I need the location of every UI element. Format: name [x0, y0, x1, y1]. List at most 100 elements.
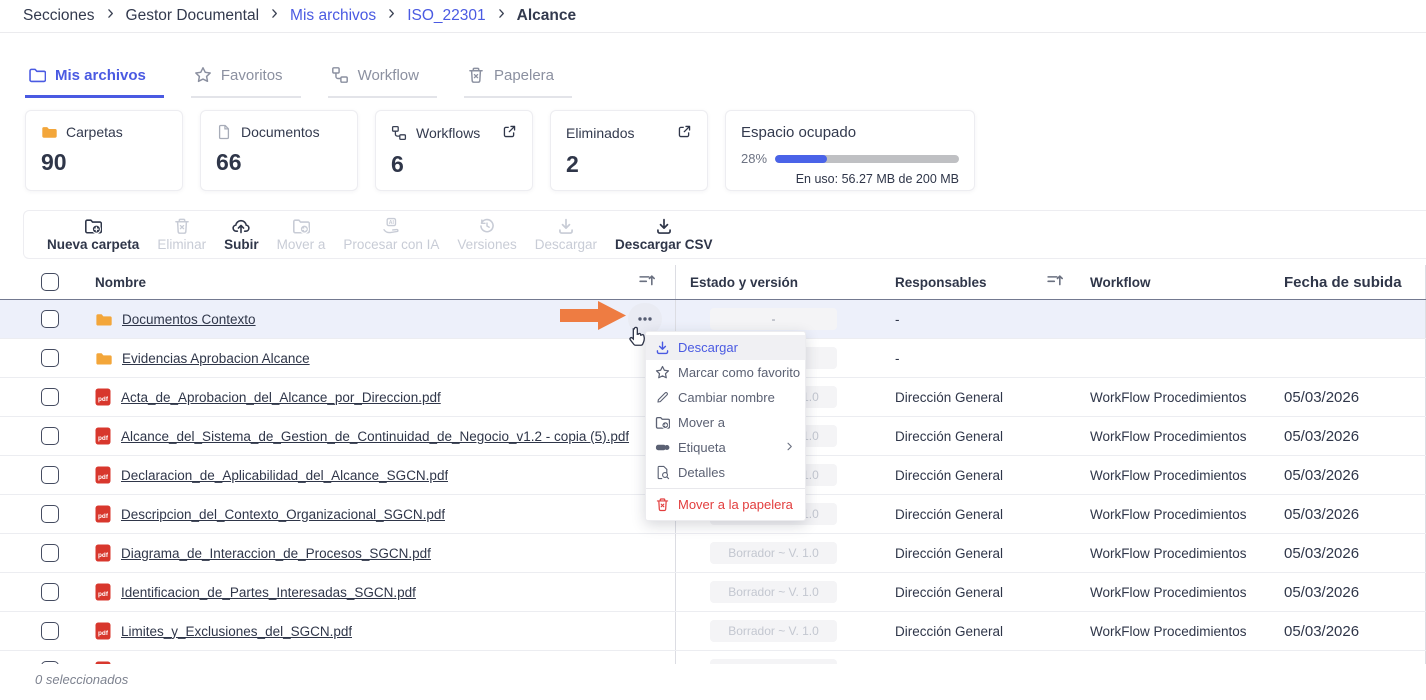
toolbar-button-mover-a: Mover a: [277, 217, 326, 252]
tab-workflow[interactable]: Workflow: [328, 64, 437, 98]
workflow-cell: WorkFlow Procedimientos: [1075, 624, 1280, 639]
row-checkbox[interactable]: [41, 544, 59, 562]
folder-fill-icon: [95, 350, 112, 367]
storage-progress-fill: [775, 155, 827, 163]
row-checkbox[interactable]: [41, 466, 59, 484]
pdf-file-icon: pdf: [95, 544, 111, 562]
select-all-checkbox[interactable]: [41, 273, 59, 291]
menu-item-detalles[interactable]: Detalles: [646, 460, 805, 485]
external-link-icon[interactable]: [502, 124, 517, 142]
stat-card-label: Carpetas: [66, 124, 123, 140]
menu-item-etiqueta[interactable]: Etiqueta: [646, 435, 805, 460]
pdf-file-icon: pdf: [95, 388, 111, 406]
submenu-chevron-icon: [783, 440, 796, 456]
storage-card: Espacio ocupado 28% En uso: 56.27 MB de …: [725, 110, 975, 191]
date-cell: 05/03/2026: [1280, 651, 1426, 664]
responsible-cell: Dirección General: [895, 585, 1075, 600]
pencil-icon: [655, 390, 670, 405]
breadcrumb-item-iso-22301[interactable]: ISO_22301: [407, 7, 485, 25]
breadcrumb-item-gestor-documental[interactable]: Gestor Documental: [126, 7, 260, 25]
download-icon: [655, 340, 670, 355]
toolbar-button-label: Procesar con IA: [343, 237, 439, 252]
table-row: pdf Identificacion_de_Partes_Interesadas_…: [0, 573, 1426, 612]
menu-item-cambiar-nombre[interactable]: Cambiar nombre: [646, 385, 805, 410]
toolbar-button-label: Eliminar: [157, 237, 206, 252]
menu-item-mover-a-la-papelera[interactable]: Mover a la papelera: [646, 492, 805, 517]
menu-item-descargar[interactable]: Descargar: [646, 335, 805, 360]
responsible-cell: -: [895, 351, 1075, 366]
breadcrumb-separator-icon: [268, 7, 281, 25]
folder-plus-icon: [84, 217, 102, 235]
toolbar-button-label: Subir: [224, 237, 259, 252]
file-name-link[interactable]: Diagrama_de_Interaccion_de_Procesos_SGCN…: [121, 546, 431, 561]
details-icon: [655, 465, 670, 480]
column-header-responsables: Responsables: [895, 275, 987, 290]
menu-item-label: Detalles: [678, 465, 725, 480]
svg-text:AI: AI: [389, 220, 395, 226]
row-checkbox[interactable]: [41, 388, 59, 406]
stat-card-value: 2: [566, 151, 692, 178]
row-checkbox[interactable]: [41, 622, 59, 640]
file-name-link[interactable]: Descripcion_del_Contexto_Organizacional_…: [121, 507, 445, 522]
table-row: pdf Diagrama_de_Interaccion_de_Procesos_S…: [0, 534, 1426, 573]
row-checkbox[interactable]: [41, 349, 59, 367]
pdf-file-icon: pdf: [95, 622, 111, 640]
tab-favoritos[interactable]: Favoritos: [191, 64, 301, 98]
responsible-cell: Dirección General: [895, 507, 1075, 522]
row-checkbox[interactable]: [41, 310, 59, 328]
svg-text:pdf: pdf: [98, 435, 109, 442]
tab-mis-archivos[interactable]: Mis archivos: [25, 64, 164, 98]
storage-percent: 28%: [741, 151, 767, 166]
file-name-link[interactable]: Evidencias Aprobacion Alcance: [122, 351, 310, 366]
stat-cards-group: Carpetas90Documentos66Workflows6Eliminad…: [25, 110, 708, 191]
file-name-link[interactable]: Acta_de_Aprobacion_del_Alcance_por_Direc…: [121, 390, 441, 405]
file-name-link[interactable]: Identificacion_de_Partes_Interesadas_SGC…: [121, 585, 416, 600]
toolbar-button-nueva-carpeta[interactable]: Nueva carpeta: [47, 217, 139, 252]
table-row: pdfLimites_y_Exclusiones_del_SGCN.pdfBor…: [0, 612, 1426, 651]
column-header-workflow: Workflow: [1090, 275, 1151, 290]
row-checkbox[interactable]: [41, 505, 59, 523]
sort-icon[interactable]: [638, 272, 655, 292]
sort-icon[interactable]: [1046, 272, 1063, 292]
ai-hand-icon: AI: [382, 217, 400, 235]
tab-papelera[interactable]: Papelera: [464, 64, 572, 98]
file-name-link[interactable]: Alcance_del_Sistema_de_Gestion_de_Contin…: [121, 429, 629, 444]
stat-cards: Carpetas90Documentos66Workflows6Eliminad…: [25, 110, 975, 191]
row-checkbox[interactable]: [41, 583, 59, 601]
pdf-file-icon: pdf: [95, 583, 111, 601]
menu-item-marcar-como-favorito[interactable]: Marcar como favorito: [646, 360, 805, 385]
responsible-cell: -: [895, 312, 1075, 327]
toolbar-button-descargar-csv[interactable]: Descargar CSV: [615, 217, 713, 252]
file-name-link[interactable]: Documentos Contexto: [122, 312, 256, 327]
date-cell: 05/03/2026: [1280, 612, 1426, 650]
external-link-icon[interactable]: [677, 124, 692, 142]
workflow-cell: WorkFlow Procedimientos: [1075, 663, 1280, 665]
stat-card-workflows: Workflows6: [375, 110, 533, 191]
workflow-icon: [391, 125, 407, 141]
svg-text:pdf: pdf: [98, 552, 109, 559]
menu-item-label: Mover a la papelera: [678, 497, 793, 512]
tab-label: Workflow: [358, 67, 419, 84]
date-cell: 05/03/2026: [1280, 573, 1426, 611]
breadcrumb-item-secciones[interactable]: Secciones: [23, 7, 95, 25]
row-checkbox[interactable]: [41, 427, 59, 445]
row-checkbox[interactable]: [41, 661, 59, 664]
stat-card-label: Eliminados: [566, 125, 634, 141]
file-name-link[interactable]: Limites_y_Exclusiones_del_SGCN.pdf: [121, 624, 352, 639]
toolbar-button-procesar-con-ia: AI Procesar con IA: [343, 217, 439, 252]
column-header-estado: Estado y versión: [690, 275, 798, 290]
toolbar-button-subir[interactable]: Subir: [224, 217, 259, 252]
cloud-upload-icon: [232, 217, 250, 235]
breadcrumb-separator-icon: [495, 7, 508, 25]
file-name-link[interactable]: Declaracion_de_Aplicabilidad_del_Alcance…: [121, 468, 448, 483]
date-cell: 05/03/2026: [1280, 378, 1426, 416]
trash-x-icon: [173, 217, 191, 235]
page-icon: [216, 124, 232, 140]
breadcrumb-item-mis-archivos[interactable]: Mis archivos: [290, 7, 376, 25]
stat-card-value: 6: [391, 151, 517, 178]
menu-item-mover-a[interactable]: Mover a: [646, 410, 805, 435]
workflow-cell: WorkFlow Procedimientos: [1075, 429, 1280, 444]
menu-item-label: Mover a: [678, 415, 725, 430]
orange-arrow-annotation: [560, 299, 627, 332]
star-icon: [655, 365, 670, 380]
